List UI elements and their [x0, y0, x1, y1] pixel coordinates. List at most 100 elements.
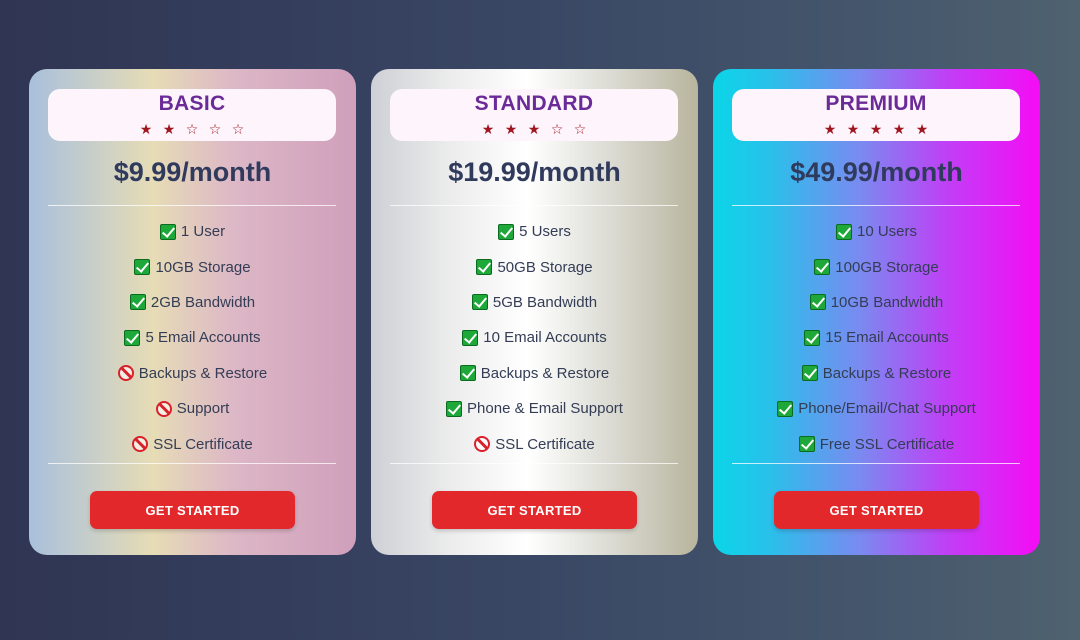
feature-item: 10 Users: [713, 214, 1040, 249]
prohibited-icon: [132, 436, 149, 453]
plan-header: BASIC ★ ★ ☆ ☆ ☆: [48, 89, 336, 141]
star-outline-icon: ☆: [185, 122, 199, 138]
check-icon: [159, 223, 176, 240]
divider: [732, 463, 1020, 464]
check-icon: [804, 329, 821, 346]
feature-text: 2GB Bandwidth: [150, 293, 256, 311]
star-rating: ★ ★ ☆ ☆ ☆: [48, 121, 336, 138]
feature-item: Phone & Email Support: [371, 391, 698, 426]
prohibited-icon: [155, 400, 172, 417]
check-icon: [124, 329, 141, 346]
divider: [390, 205, 678, 206]
pricing-page: BASIC ★ ★ ☆ ☆ ☆ $9.99/month 1 User 10GB Stor…: [0, 0, 1080, 640]
star-icon: ★: [162, 122, 176, 138]
check-icon: [835, 223, 852, 240]
feature-item: Backups & Restore: [371, 356, 698, 391]
divider: [390, 463, 678, 464]
feature-text: 5 Users: [519, 223, 571, 241]
feature-item: Backups & Restore: [29, 356, 356, 391]
feature-list: 10 Users 100GB Storage 10GB Bandwidth 15…: [713, 214, 1040, 462]
star-outline-icon: ☆: [231, 122, 245, 138]
feature-item: 5 Users: [371, 214, 698, 249]
feature-text: Phone & Email Support: [467, 400, 623, 418]
feature-item: 15 Email Accounts: [713, 320, 1040, 355]
get-started-button[interactable]: GET STARTED: [90, 491, 295, 529]
feature-item: 5GB Bandwidth: [371, 285, 698, 320]
feature-text: Free SSL Certificate: [819, 435, 955, 453]
feature-item: SSL Certificate: [371, 426, 698, 461]
divider: [48, 463, 336, 464]
feature-text: 10 Email Accounts: [483, 329, 607, 347]
feature-text: SSL Certificate: [495, 435, 595, 453]
feature-text: 5GB Bandwidth: [492, 293, 598, 311]
star-icon: ★: [823, 122, 837, 138]
star-outline-icon: ☆: [573, 122, 587, 138]
pricing-card-premium: PREMIUM ★ ★ ★ ★ ★ $49.99/month 10 Users 100G…: [713, 69, 1040, 555]
feature-item: 1 User: [29, 214, 356, 249]
star-rating: ★ ★ ★ ☆ ☆: [390, 121, 678, 138]
check-icon: [476, 259, 493, 276]
check-icon: [498, 223, 515, 240]
check-icon: [801, 365, 818, 382]
star-icon: ★: [139, 122, 153, 138]
feature-item: 5 Email Accounts: [29, 320, 356, 355]
prohibited-icon: [474, 436, 491, 453]
plan-price: $9.99/month: [113, 157, 272, 187]
feature-text: Backups & Restore: [138, 364, 268, 382]
feature-item: SSL Certificate: [29, 426, 356, 461]
feature-item: Support: [29, 391, 356, 426]
feature-text: 10 Users: [856, 223, 918, 241]
feature-text: Phone/Email/Chat Support: [798, 400, 976, 418]
check-icon: [129, 294, 146, 311]
divider: [732, 205, 1020, 206]
feature-text: 1 User: [180, 223, 226, 241]
feature-item: 100GB Storage: [713, 249, 1040, 284]
check-icon: [471, 294, 488, 311]
feature-text: 100GB Storage: [835, 258, 939, 276]
check-icon: [798, 436, 815, 453]
plan-header: STANDARD ★ ★ ★ ☆ ☆: [390, 89, 678, 141]
plan-header: PREMIUM ★ ★ ★ ★ ★: [732, 89, 1020, 141]
feature-text: 5 Email Accounts: [145, 329, 261, 347]
feature-item: 10GB Bandwidth: [713, 285, 1040, 320]
star-icon: ★: [915, 122, 929, 138]
feature-item: 2GB Bandwidth: [29, 285, 356, 320]
plan-name: BASIC: [158, 92, 226, 115]
prohibited-icon: [117, 365, 134, 382]
check-icon: [446, 400, 463, 417]
feature-item: 10GB Storage: [29, 249, 356, 284]
star-icon: ★: [846, 122, 860, 138]
star-outline-icon: ☆: [550, 122, 564, 138]
feature-text: Backups & Restore: [822, 364, 952, 382]
star-outline-icon: ☆: [208, 122, 222, 138]
feature-item: 10 Email Accounts: [371, 320, 698, 355]
plan-name: PREMIUM: [825, 92, 927, 115]
star-icon: ★: [892, 122, 906, 138]
feature-item: Free SSL Certificate: [713, 426, 1040, 461]
star-icon: ★: [527, 122, 541, 138]
star-icon: ★: [869, 122, 883, 138]
feature-text: SSL Certificate: [153, 435, 253, 453]
star-rating: ★ ★ ★ ★ ★: [732, 121, 1020, 138]
pricing-card-basic: BASIC ★ ★ ☆ ☆ ☆ $9.99/month 1 User 10GB Stor…: [29, 69, 356, 555]
feature-list: 5 Users 50GB Storage 5GB Bandwidth 10 Em…: [371, 214, 698, 462]
feature-item: Backups & Restore: [713, 356, 1040, 391]
feature-list: 1 User 10GB Storage 2GB Bandwidth 5 Emai…: [29, 214, 356, 462]
check-icon: [459, 365, 476, 382]
check-icon: [134, 259, 151, 276]
feature-text: Backups & Restore: [480, 364, 610, 382]
check-icon: [462, 329, 479, 346]
feature-text: Support: [176, 400, 230, 418]
check-icon: [777, 400, 794, 417]
plan-price: $49.99/month: [790, 157, 963, 187]
feature-item: 50GB Storage: [371, 249, 698, 284]
feature-text: 50GB Storage: [497, 258, 593, 276]
star-icon: ★: [504, 122, 518, 138]
get-started-button[interactable]: GET STARTED: [774, 491, 979, 529]
plan-price: $19.99/month: [448, 157, 621, 187]
divider: [48, 205, 336, 206]
get-started-button[interactable]: GET STARTED: [432, 491, 637, 529]
check-icon: [809, 294, 826, 311]
check-icon: [814, 259, 831, 276]
plan-name: STANDARD: [474, 92, 594, 115]
